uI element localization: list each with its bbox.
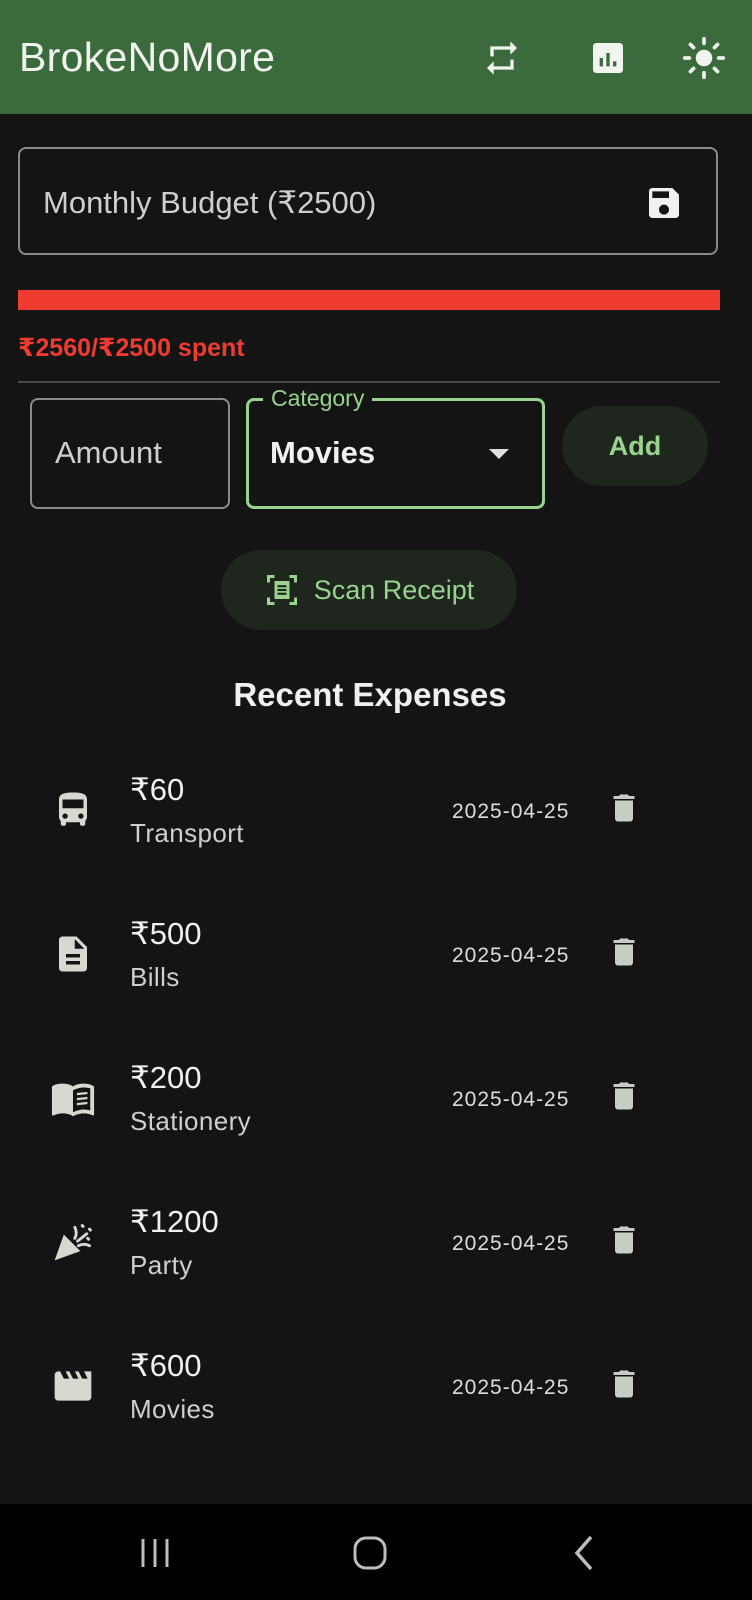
- chevron-down-icon: [489, 449, 509, 459]
- expense-item[interactable]: ₹1200 Party 2025-04-25: [0, 1172, 752, 1316]
- budget-progress-bar: [18, 290, 720, 310]
- delete-expense-button[interactable]: [604, 1074, 644, 1118]
- amount-input[interactable]: Amount: [30, 398, 230, 509]
- budget-input[interactable]: Monthly Budget (₹2500): [18, 147, 718, 255]
- swap-icon: [487, 41, 517, 75]
- expense-category: Bills: [130, 962, 180, 992]
- light-mode-icon: [682, 36, 726, 80]
- expense-item[interactable]: ₹600 Movies 2025-04-25: [0, 1316, 752, 1460]
- add-button-label: Add: [608, 430, 662, 461]
- expense-item[interactable]: ₹500 Bills 2025-04-25: [0, 884, 752, 1028]
- clapperboard-icon: [54, 1371, 92, 1401]
- add-expense-button[interactable]: Add: [562, 406, 708, 486]
- expense-category: Stationery: [130, 1106, 252, 1136]
- delete-icon: [613, 1370, 635, 1398]
- delete-expense-button[interactable]: [604, 1362, 644, 1406]
- delete-expense-button[interactable]: [604, 786, 644, 830]
- delete-icon: [613, 938, 635, 966]
- back-button[interactable]: [555, 1530, 615, 1576]
- divider: [18, 381, 720, 383]
- expense-list: ₹60 Transport 2025-04-25 ₹500 Bills 2025…: [0, 740, 752, 1460]
- back-icon: [574, 1535, 593, 1571]
- delete-icon: [613, 794, 635, 822]
- app-bar: BrokeNoMore: [0, 0, 752, 114]
- document-icon: [59, 936, 87, 972]
- delete-icon: [613, 1226, 635, 1254]
- recent-expenses-title: Recent Expenses: [233, 676, 507, 713]
- expense-amount: ₹600: [130, 1348, 202, 1383]
- save-icon: [649, 188, 679, 218]
- expense-amount: ₹1200: [130, 1204, 219, 1239]
- budget-progress-fill: [18, 290, 720, 310]
- theme-toggle-button[interactable]: [680, 34, 728, 82]
- expense-category: Transport: [130, 818, 244, 848]
- expense-category: Movies: [130, 1394, 215, 1424]
- bus-icon: [59, 792, 87, 826]
- book-icon: [51, 1083, 95, 1117]
- expense-date: 2025-04-25: [452, 1232, 570, 1255]
- home-icon: [353, 1536, 387, 1570]
- scan-receipt-label: Scan Receipt: [313, 574, 475, 605]
- document-scanner-icon: [266, 575, 297, 605]
- expense-item[interactable]: ₹60 Transport 2025-04-25: [0, 740, 752, 884]
- delete-icon: [613, 1082, 635, 1110]
- amount-placeholder: Amount: [55, 435, 162, 470]
- expense-category: Party: [130, 1250, 193, 1280]
- expense-amount: ₹500: [130, 916, 202, 951]
- spent-summary: ₹2560/₹2500 spent: [18, 334, 245, 362]
- stats-button[interactable]: [584, 34, 632, 82]
- recent-apps-icon: [141, 1539, 169, 1567]
- delete-expense-button[interactable]: [604, 930, 644, 974]
- expense-date: 2025-04-25: [452, 1376, 570, 1399]
- recent-apps-button[interactable]: [125, 1530, 185, 1576]
- expense-date: 2025-04-25: [452, 1088, 570, 1111]
- bar-chart-icon: [593, 43, 623, 73]
- expense-date: 2025-04-25: [452, 800, 570, 823]
- category-label: Category: [263, 385, 373, 412]
- app-title: BrokeNoMore: [19, 34, 276, 80]
- swap-button[interactable]: [478, 34, 526, 82]
- budget-placeholder: Monthly Budget (₹2500): [43, 185, 377, 220]
- expense-amount: ₹200: [130, 1060, 202, 1095]
- save-budget-button[interactable]: [644, 183, 684, 223]
- system-navigation-bar: [0, 1504, 752, 1600]
- expense-item[interactable]: ₹200 Stationery 2025-04-25: [0, 1028, 752, 1172]
- home-button[interactable]: [340, 1530, 400, 1576]
- expense-date: 2025-04-25: [452, 944, 570, 967]
- category-dropdown[interactable]: Category Movies: [246, 385, 545, 509]
- category-value: Movies: [270, 435, 376, 470]
- delete-expense-button[interactable]: [604, 1218, 644, 1262]
- scan-receipt-button[interactable]: Scan Receipt: [221, 550, 517, 630]
- expense-amount: ₹60: [130, 772, 185, 807]
- party-popper-icon: [54, 1224, 92, 1261]
